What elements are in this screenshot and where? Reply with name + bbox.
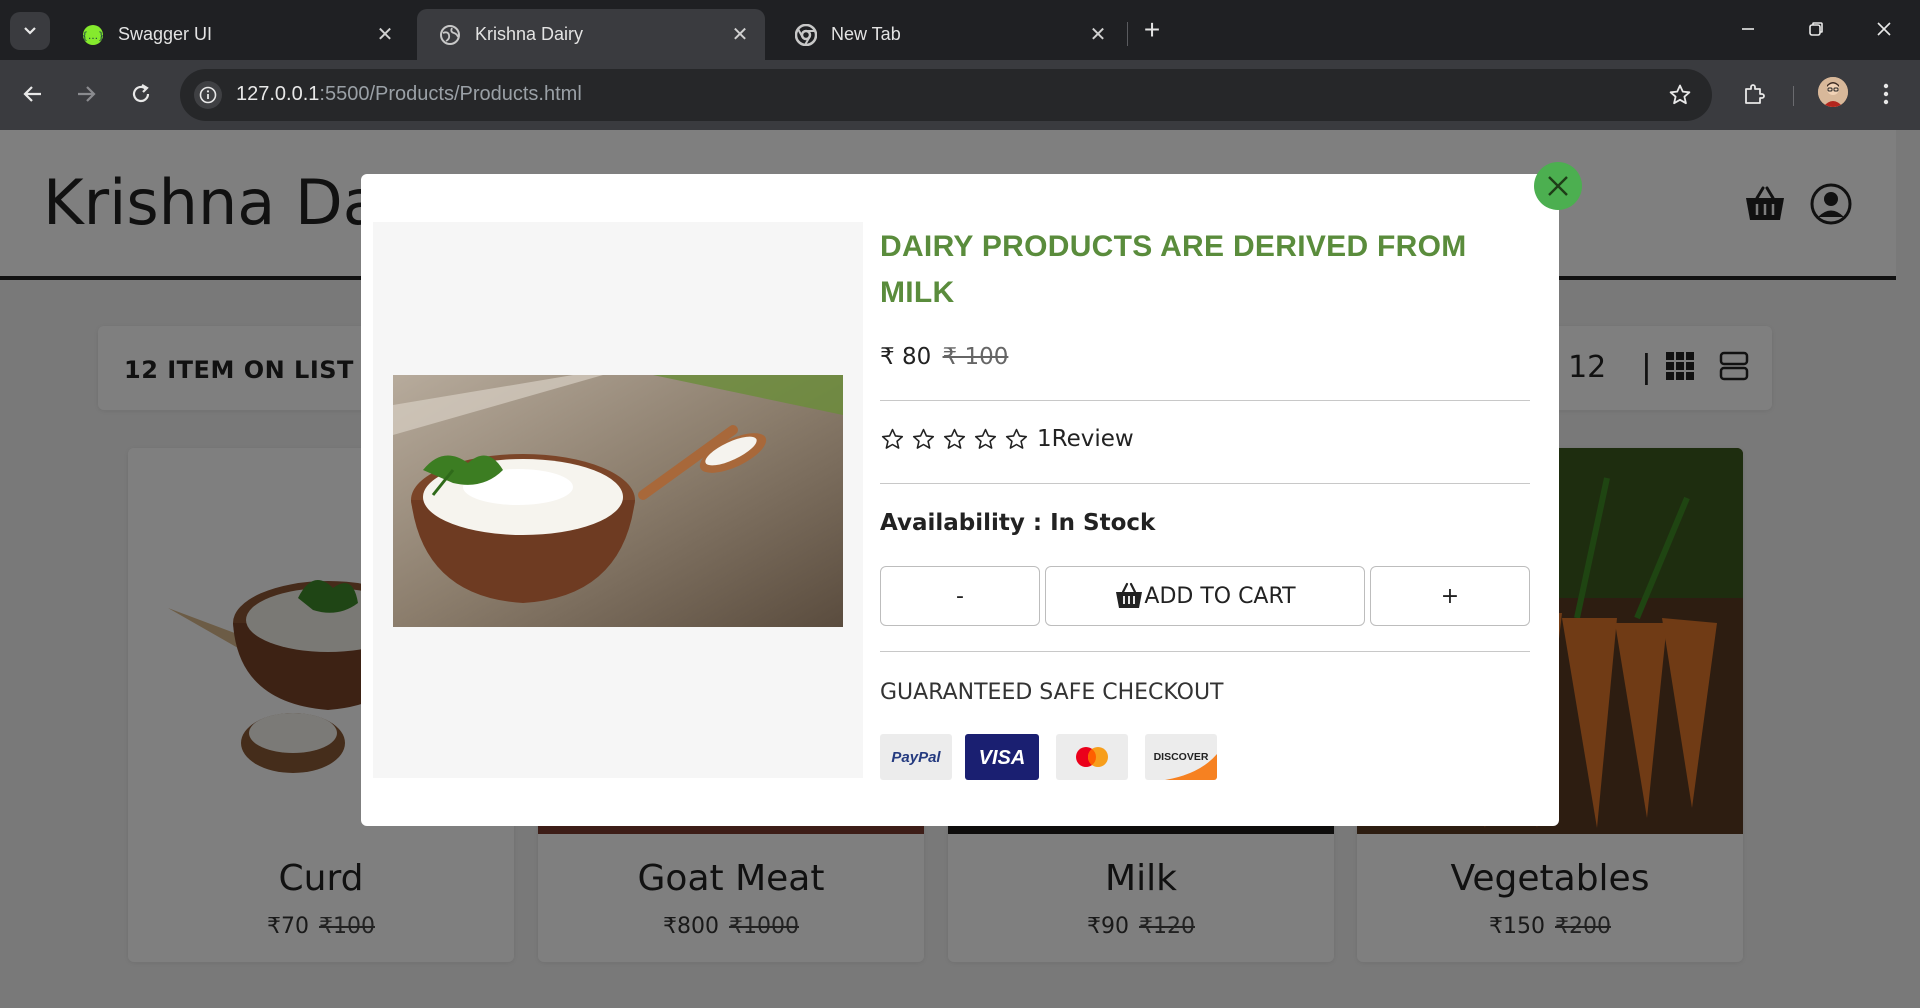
quantity-increase-button[interactable]: + xyxy=(1370,566,1530,626)
chrome-icon xyxy=(795,23,817,46)
restore-icon xyxy=(1809,22,1823,36)
tab-krishna-dairy[interactable]: Krishna Dairy ✕ xyxy=(417,9,765,60)
url-host: 127.0.0.1 xyxy=(236,83,320,105)
price-old: ₹ 100 xyxy=(942,344,1009,370)
bookmark-star-icon[interactable] xyxy=(1668,83,1692,107)
reload-icon xyxy=(132,84,150,103)
browser-tab-bar: {…} Swagger UI ✕ Krishna Dairy ✕ New Tab… xyxy=(0,0,1920,60)
divider xyxy=(880,483,1530,484)
page-viewport: Krishna Dairy 12 ITEM ON LIST w 12 | xyxy=(0,130,1920,1008)
discover-logo: DISCOVER xyxy=(1145,734,1217,780)
browser-toolbar: 127.0.0.1:5500/Products/Products.html xyxy=(0,60,1920,130)
minimize-button[interactable] xyxy=(1728,14,1768,44)
modal-product-image xyxy=(393,375,843,627)
visa-logo: VISA xyxy=(965,734,1039,780)
back-button[interactable] xyxy=(15,76,51,112)
paypal-logo: PayPal xyxy=(880,734,952,780)
close-window-button[interactable] xyxy=(1864,14,1904,44)
close-tab-icon[interactable]: ✕ xyxy=(1083,20,1113,50)
tab-title: Krishna Dairy xyxy=(475,24,584,44)
profile-avatar[interactable] xyxy=(1818,77,1848,107)
tab-new-tab[interactable]: New Tab ✕ xyxy=(773,9,1123,60)
divider xyxy=(880,651,1530,652)
globe-icon xyxy=(439,24,461,46)
chevron-down-icon xyxy=(24,27,36,35)
address-bar[interactable]: 127.0.0.1:5500/Products/Products.html xyxy=(180,69,1712,121)
plus-label: + xyxy=(1440,583,1460,609)
paypal-logo-text: PayPal xyxy=(891,749,941,766)
star-empty-icon[interactable] xyxy=(942,427,967,452)
extensions-button[interactable] xyxy=(1736,76,1772,112)
mastercard-logo xyxy=(1056,734,1128,780)
add-to-cart-button[interactable]: ADD TO CART xyxy=(1045,566,1365,626)
toolbar-separator xyxy=(1793,86,1794,106)
url-path: :5500/Products/Products.html xyxy=(319,83,582,105)
modal-close-button[interactable] xyxy=(1534,162,1582,210)
tab-search-button[interactable] xyxy=(10,12,50,50)
puzzle-icon xyxy=(1745,84,1765,104)
minimize-icon xyxy=(1742,28,1754,30)
star-empty-icon[interactable] xyxy=(973,427,998,452)
star-empty-icon[interactable] xyxy=(911,427,936,452)
forward-button[interactable] xyxy=(68,76,104,112)
availability-label: Availability : In Stock xyxy=(880,510,1156,536)
new-tab-button[interactable]: + xyxy=(1138,13,1166,47)
browser-menu-button[interactable] xyxy=(1868,76,1904,112)
tab-swagger-ui[interactable]: {…} Swagger UI ✕ xyxy=(60,9,410,60)
reload-button[interactable] xyxy=(123,76,159,112)
quantity-decrease-button[interactable]: - xyxy=(880,566,1040,626)
url-text: 127.0.0.1:5500/Products/Products.html xyxy=(236,83,582,106)
close-icon xyxy=(1877,22,1891,36)
tab-title: New Tab xyxy=(831,24,901,44)
arrow-left-icon xyxy=(23,86,41,102)
star-empty-icon[interactable] xyxy=(880,427,905,452)
minus-label: - xyxy=(956,583,964,609)
close-icon xyxy=(1548,176,1568,196)
divider xyxy=(880,400,1530,401)
star-empty-icon[interactable] xyxy=(1004,427,1029,452)
tab-separator xyxy=(1127,22,1128,46)
site-info-icon[interactable] xyxy=(194,81,222,109)
swagger-favicon-icon: {…} xyxy=(82,24,104,46)
modal-image-panel xyxy=(373,222,863,778)
close-tab-icon[interactable]: ✕ xyxy=(725,20,755,50)
close-tab-icon[interactable]: ✕ xyxy=(370,20,400,50)
restore-button[interactable] xyxy=(1796,14,1836,44)
tab-title: Swagger UI xyxy=(118,24,213,44)
discover-logo-text: DISCOVER xyxy=(1154,751,1209,763)
quick-view-modal: DAIRY PRODUCTS ARE DERIVED FROM MILK ₹ 8… xyxy=(361,174,1559,826)
arrow-right-icon xyxy=(78,86,96,102)
more-vert-icon xyxy=(1883,83,1889,105)
safe-checkout-label: GUARANTEED SAFE CHECKOUT xyxy=(880,680,1224,705)
visa-logo-text: VISA xyxy=(979,747,1026,769)
svg-text:{…}: {…} xyxy=(82,31,104,42)
price-current: ₹ 80 xyxy=(880,344,932,370)
review-count-link[interactable]: 1Review xyxy=(1037,426,1134,452)
add-to-cart-label: ADD TO CART xyxy=(1144,583,1296,609)
modal-price: ₹ 80 ₹ 100 xyxy=(880,344,1008,370)
cart-icon xyxy=(1116,582,1143,608)
modal-product-title: DAIRY PRODUCTS ARE DERIVED FROM MILK xyxy=(880,230,1467,309)
rating-row: 1Review xyxy=(880,426,1134,452)
